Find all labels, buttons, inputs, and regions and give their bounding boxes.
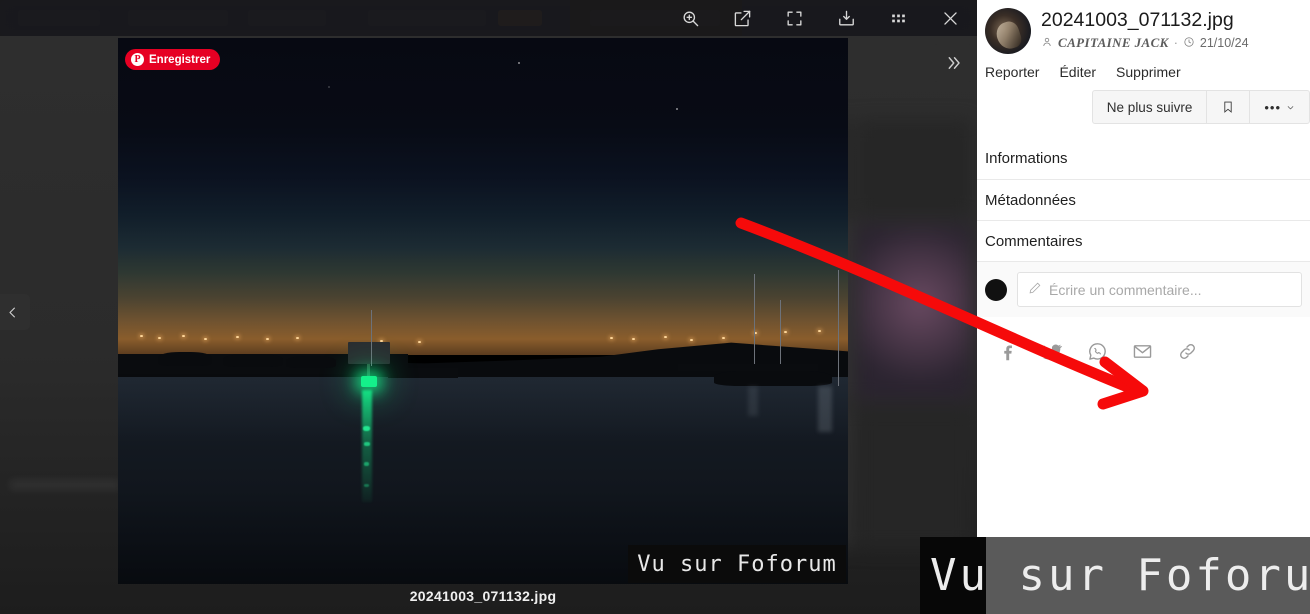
whatsapp-icon[interactable] — [1087, 341, 1108, 362]
sidebar-section-informations[interactable]: Informations — [977, 138, 1310, 179]
link-icon[interactable] — [1177, 341, 1198, 362]
photo-boat-reflection — [748, 386, 758, 416]
external-link-icon[interactable] — [721, 0, 763, 36]
photo-green-reflection-dot — [364, 484, 369, 487]
previous-image-button[interactable] — [0, 294, 30, 330]
comment-compose-row: Écrire un commentaire... — [977, 261, 1310, 317]
delete-link[interactable]: Supprimer — [1116, 64, 1181, 80]
screenshot-root: P Enregistrer Vu sur Foforum 20241003_07… — [0, 0, 1310, 614]
zoom-preview-overlay: Vu sur Foforum — [920, 537, 1310, 614]
zoom-in-icon[interactable] — [669, 0, 711, 36]
upload-date: 21/10/24 — [1199, 36, 1249, 51]
unfollow-button[interactable]: Ne plus suivre — [1093, 91, 1208, 123]
bookmark-icon — [1224, 101, 1232, 113]
fullscreen-icon[interactable] — [773, 0, 815, 36]
main-photo[interactable]: P Enregistrer Vu sur Foforum — [118, 38, 848, 584]
sidebar-meta: CAPITAINE JACK · 21/10/24 — [1041, 35, 1249, 51]
more-options-button[interactable]: ••• — [1250, 91, 1309, 123]
pinterest-icon: P — [131, 53, 144, 66]
photo-boat — [223, 354, 283, 367]
photo-pontoon — [678, 364, 818, 371]
facebook-icon[interactable] — [997, 341, 1018, 362]
edit-link[interactable]: Éditer — [1059, 64, 1096, 80]
photo-sky — [118, 38, 848, 355]
photo-boat-reflection — [818, 386, 832, 432]
zoom-preview-text: Vu sur Foforum — [930, 550, 1310, 601]
star-icon — [518, 62, 520, 64]
user-icon — [1041, 36, 1053, 51]
pinterest-save-button[interactable]: P Enregistrer — [125, 49, 221, 70]
photo-green-nav-light — [361, 376, 377, 387]
photo-harbour-hut — [348, 342, 390, 364]
download-icon[interactable] — [825, 0, 867, 36]
photo-green-reflection-dot — [364, 462, 369, 466]
star-icon — [328, 86, 330, 88]
author-name[interactable]: CAPITAINE JACK — [1058, 35, 1169, 51]
photo-jetty — [388, 368, 458, 378]
details-sidebar: 20241003_071132.jpg CAPITAINE JACK · 21/… — [977, 0, 1310, 614]
photo-watermark: Vu sur Foforum — [628, 545, 846, 583]
star-icon — [676, 108, 678, 110]
follow-button-group: Ne plus suivre ••• — [1091, 90, 1310, 124]
sidebar-actions: Reporter Éditer Supprimer — [977, 54, 1310, 80]
photo-caption: 20241003_071132.jpg — [409, 588, 557, 604]
photo-sea-shimmer — [118, 376, 848, 443]
photo-green-reflection-dot — [363, 426, 370, 431]
grid-icon[interactable] — [877, 0, 919, 36]
photo-green-reflection-dot — [364, 442, 370, 446]
share-icon-row — [977, 317, 1310, 362]
pinterest-save-label: Enregistrer — [149, 53, 211, 66]
sidebar-header: 20241003_071132.jpg CAPITAINE JACK · 21/… — [977, 0, 1310, 54]
comment-input-placeholder: Écrire un commentaire... — [1049, 281, 1202, 298]
chevron-down-icon — [1287, 105, 1294, 109]
current-user-avatar — [985, 278, 1007, 301]
clock-icon — [1183, 36, 1195, 51]
sidebar-section-commentaires[interactable]: Commentaires — [977, 220, 1310, 261]
email-icon[interactable] — [1132, 341, 1153, 362]
comment-input[interactable]: Écrire un commentaire... — [1017, 272, 1302, 307]
pencil-icon — [1028, 281, 1042, 298]
viewer-toolbar — [0, 0, 977, 36]
report-link[interactable]: Reporter — [985, 64, 1039, 80]
page-title: 20241003_071132.jpg — [1041, 9, 1234, 31]
photo-mast — [371, 310, 372, 366]
photo-boat — [158, 352, 212, 366]
twitter-icon[interactable] — [1042, 341, 1063, 362]
close-icon[interactable] — [929, 0, 971, 36]
more-options-label: ••• — [1264, 99, 1281, 115]
backdrop-text — [10, 480, 120, 490]
photo-sailboat — [714, 370, 832, 386]
bookmark-button[interactable] — [1207, 91, 1251, 123]
sidebar-button-row: Ne plus suivre ••• — [977, 80, 1310, 124]
sidebar-toggle-button[interactable] — [934, 44, 972, 82]
sidebar-section-metadonnees[interactable]: Métadonnées — [977, 179, 1310, 220]
photo-boat — [286, 356, 336, 368]
avatar[interactable] — [985, 8, 1031, 54]
meta-separator: · — [1173, 36, 1178, 51]
photo-mast — [838, 270, 839, 386]
